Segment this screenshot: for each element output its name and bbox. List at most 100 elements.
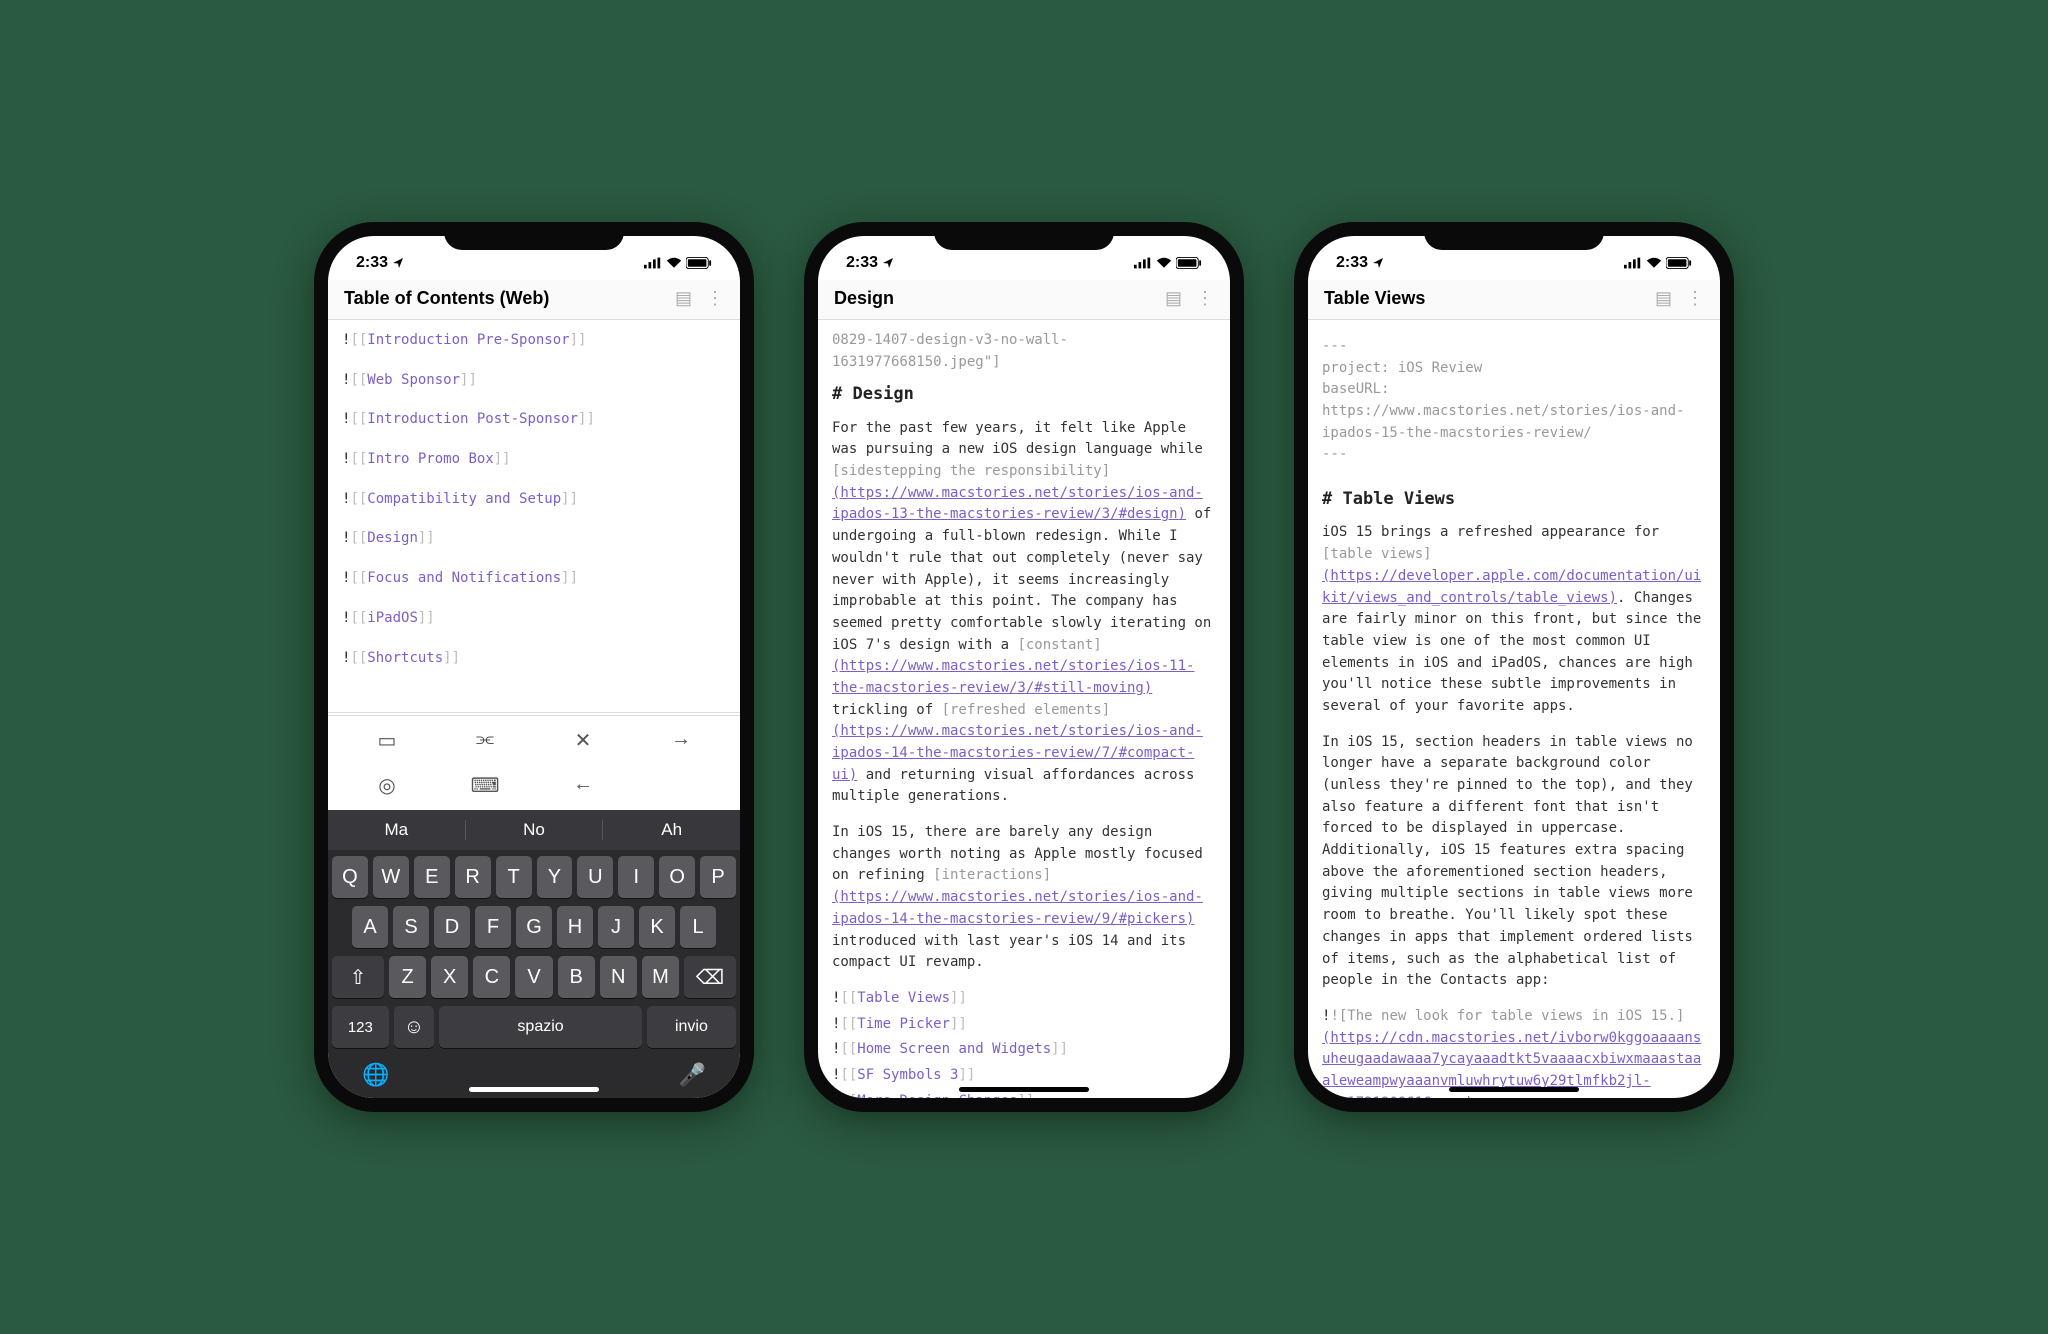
- note-title: Table Views: [1324, 288, 1425, 309]
- shortcut-toolbar: ▭ ⫘ ✕ → ◎ ⌨ ←: [328, 715, 740, 810]
- card-icon[interactable]: ▭: [378, 728, 397, 753]
- key-j[interactable]: J: [598, 906, 634, 948]
- key-m[interactable]: M: [642, 956, 679, 998]
- home-indicator[interactable]: [469, 1087, 599, 1092]
- location-icon: [882, 257, 894, 269]
- transclusion-link: ![[SF Symbols 3]]: [832, 1065, 1216, 1087]
- more-icon[interactable]: ⋮: [1686, 288, 1704, 309]
- key-z[interactable]: Z: [389, 956, 426, 998]
- wifi-icon: [666, 257, 682, 269]
- more-icon[interactable]: ⋮: [1196, 288, 1214, 309]
- keyboard-icon[interactable]: ⌨: [471, 773, 500, 798]
- transclusion-link: ![[Web Sponsor]]: [342, 370, 726, 392]
- transclusion-link: ![[Home Screen and Widgets]]: [832, 1039, 1216, 1061]
- screen-3: 2:33 Table Views ▤ ⋮ --- project: iOS Re…: [1308, 236, 1720, 1098]
- globe-icon[interactable]: 🌐: [362, 1062, 389, 1088]
- key-w[interactable]: W: [373, 856, 409, 898]
- note-header: Table of Contents (Web) ▤ ⋮: [328, 280, 740, 320]
- paragraph: iOS 15 brings a refreshed appearance for…: [1322, 522, 1706, 717]
- suggestion[interactable]: No: [466, 820, 604, 840]
- key-q[interactable]: Q: [332, 856, 368, 898]
- key-l[interactable]: L: [680, 906, 716, 948]
- wifi-icon: [1156, 257, 1172, 269]
- link-icon[interactable]: ⫘: [476, 728, 494, 753]
- key-d[interactable]: D: [434, 906, 470, 948]
- frontmatter-baseurl-label: baseURL:: [1322, 379, 1706, 401]
- cellular-icon: [1134, 257, 1152, 269]
- screen-2: 2:33 Design ▤ ⋮ 0829-1407-design-v3-no-w…: [818, 236, 1230, 1098]
- key-p[interactable]: P: [700, 856, 736, 898]
- screen-1: 2:33 Table of Contents (Web) ▤ ⋮ ![[Intr…: [328, 236, 740, 1098]
- return-key[interactable]: invio: [647, 1006, 736, 1048]
- info-icon[interactable]: ▤: [675, 288, 692, 309]
- key-r[interactable]: R: [455, 856, 491, 898]
- frontmatter-baseurl: https://www.macstories.net/stories/ios-a…: [1322, 401, 1706, 444]
- key-b[interactable]: B: [558, 956, 595, 998]
- transclusion-link: ![[Introduction Post-Sponsor]]: [342, 409, 726, 431]
- key-v[interactable]: V: [515, 956, 552, 998]
- key-t[interactable]: T: [496, 856, 532, 898]
- backspace-key[interactable]: ⌫: [684, 956, 736, 998]
- frontmatter-dashes: ---: [1322, 444, 1706, 466]
- key-i[interactable]: I: [618, 856, 654, 898]
- editor-body-tableviews[interactable]: --- project: iOS Review baseURL: https:/…: [1308, 320, 1720, 1098]
- info-icon[interactable]: ▤: [1655, 288, 1672, 309]
- nav-icon[interactable]: ◎: [378, 773, 395, 798]
- location-icon: [1372, 257, 1384, 269]
- key-h[interactable]: H: [557, 906, 593, 948]
- transclusion-link: ![[Time Picker]]: [832, 1014, 1216, 1036]
- notch: [1424, 222, 1604, 250]
- space-key[interactable]: spazio: [439, 1006, 642, 1048]
- home-indicator[interactable]: [959, 1087, 1089, 1092]
- arrow-right-icon[interactable]: →: [671, 728, 691, 753]
- more-icon[interactable]: ⋮: [706, 288, 724, 309]
- key-k[interactable]: K: [639, 906, 675, 948]
- key-s[interactable]: S: [393, 906, 429, 948]
- paragraph: In iOS 15, section headers in table view…: [1322, 732, 1706, 992]
- notch: [444, 222, 624, 250]
- note-header: Table Views ▤ ⋮: [1308, 280, 1720, 320]
- frontmatter-project: project: iOS Review: [1322, 358, 1706, 380]
- close-icon[interactable]: ✕: [575, 728, 592, 753]
- phone-mockup-2: 2:33 Design ▤ ⋮ 0829-1407-design-v3-no-w…: [804, 222, 1244, 1112]
- key-c[interactable]: C: [473, 956, 510, 998]
- keyboard-suggestions: Ma No Ah: [328, 810, 740, 850]
- note-title: Design: [834, 288, 894, 309]
- key-e[interactable]: E: [414, 856, 450, 898]
- key-x[interactable]: X: [431, 956, 468, 998]
- transclusion-link: ![[Focus and Notifications]]: [342, 568, 726, 590]
- key-n[interactable]: N: [600, 956, 637, 998]
- transclusion-link: ![[Intro Promo Box]]: [342, 449, 726, 471]
- editor-body-design[interactable]: 0829-1407-design-v3-no-wall-163197766815…: [818, 320, 1230, 1098]
- key-f[interactable]: F: [475, 906, 511, 948]
- transclusion-link: ![[Shortcuts]]: [342, 648, 726, 670]
- battery-icon: [686, 257, 712, 269]
- numbers-key[interactable]: 123: [332, 1006, 389, 1048]
- phone-mockup-3: 2:33 Table Views ▤ ⋮ --- project: iOS Re…: [1294, 222, 1734, 1112]
- emoji-key[interactable]: ☺: [394, 1006, 435, 1048]
- editor-body-toc[interactable]: ![[Introduction Pre-Sponsor]] ![[Web Spo…: [328, 320, 740, 710]
- info-icon[interactable]: ▤: [1165, 288, 1182, 309]
- heading-design: # Design: [832, 381, 1216, 407]
- suggestion[interactable]: Ma: [328, 820, 466, 840]
- phone-mockup-1: 2:33 Table of Contents (Web) ▤ ⋮ ![[Intr…: [314, 222, 754, 1112]
- key-g[interactable]: G: [516, 906, 552, 948]
- frontmatter-dashes: ---: [1322, 336, 1706, 358]
- transclusion-link: ![[Introduction Pre-Sponsor]]: [342, 330, 726, 352]
- note-header: Design ▤ ⋮: [818, 280, 1230, 320]
- status-time: 2:33: [1336, 254, 1368, 272]
- paragraph: In iOS 15, there are barely any design c…: [832, 822, 1216, 974]
- image-embed: !![The new look for table views in iOS 1…: [1322, 1006, 1706, 1098]
- key-y[interactable]: Y: [537, 856, 573, 898]
- arrow-left-icon[interactable]: ←: [573, 773, 593, 798]
- status-time: 2:33: [356, 254, 388, 272]
- key-a[interactable]: A: [352, 906, 388, 948]
- home-indicator[interactable]: [1449, 1087, 1579, 1092]
- mic-icon[interactable]: 🎤: [679, 1062, 706, 1088]
- suggestion[interactable]: Ah: [603, 820, 740, 840]
- key-o[interactable]: O: [659, 856, 695, 898]
- shift-key[interactable]: ⇧: [332, 956, 384, 998]
- transclusion-link: ![[Table Views]]: [832, 988, 1216, 1010]
- key-u[interactable]: U: [577, 856, 613, 898]
- note-title: Table of Contents (Web): [344, 288, 549, 309]
